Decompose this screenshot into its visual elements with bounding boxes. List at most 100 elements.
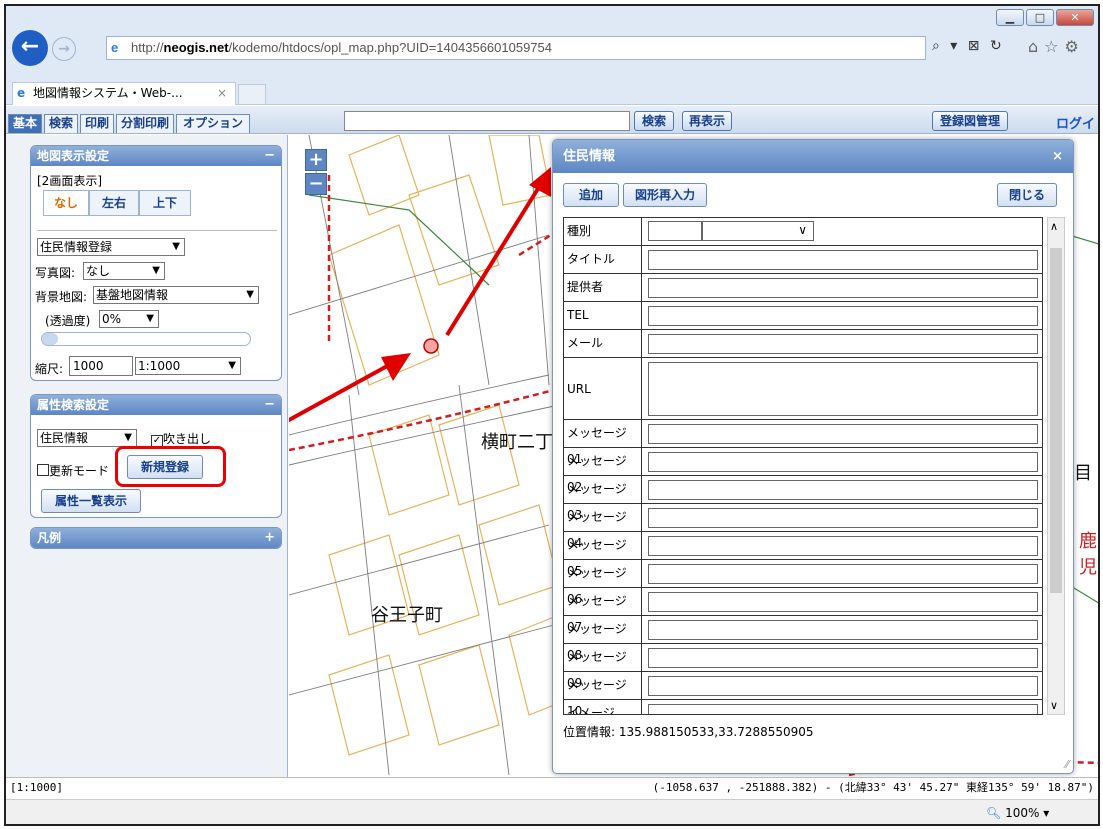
zoom-out-button[interactable]: − <box>305 173 327 195</box>
tab-search[interactable]: 検索 <box>44 114 78 133</box>
form-label: 種別 <box>564 218 642 245</box>
scale-label: 縮尺: <box>35 362 64 376</box>
position-info: 位置情報: 135.988150533,33.7288550905 <box>563 725 814 739</box>
attr-type-select[interactable]: 住民情報 ▼ <box>37 429 137 447</box>
form-input[interactable] <box>648 704 1038 714</box>
collapse-icon[interactable]: − <box>264 395 275 415</box>
balloon-label: 吹き出し <box>163 432 212 446</box>
form-input[interactable] <box>648 620 1038 640</box>
base-map-label: 背景地図: <box>35 290 88 304</box>
map-statusbar: [1:1000] (-1058.637 , -251888.382) - (北緯… <box>6 777 1098 799</box>
checkbox-icon[interactable] <box>37 464 49 476</box>
tab-close-icon[interactable]: × <box>217 83 227 104</box>
zoom-in-button[interactable]: + <box>305 149 327 171</box>
resize-grip-icon[interactable]: ⁄⁄ <box>1065 758 1069 771</box>
form-row: メッセージ04 <box>564 504 1042 550</box>
register-map-button[interactable]: 登録図管理 <box>932 111 1008 131</box>
ie-page-icon: e <box>111 40 119 55</box>
form-scrollbar[interactable]: ∧ ∨ <box>1047 217 1065 715</box>
scroll-thumb[interactable] <box>1050 248 1062 593</box>
expand-icon[interactable]: + <box>264 528 275 548</box>
chevron-down-icon: ∨ <box>798 223 807 237</box>
tab-print[interactable]: 印刷 <box>80 114 114 133</box>
form-input[interactable] <box>648 564 1038 584</box>
tab-options[interactable]: オプション <box>176 114 250 133</box>
form-label: メッセージ03 <box>564 476 642 522</box>
form-input[interactable] <box>648 452 1038 472</box>
type-code-input[interactable] <box>648 221 702 241</box>
layer-select[interactable]: 住民情報登録 ▼ <box>37 238 185 256</box>
balloon-checkbox[interactable]: ✓ 吹き出し <box>151 430 211 447</box>
form-input[interactable] <box>648 648 1038 668</box>
forward-icon[interactable]: → <box>52 37 76 61</box>
form-input[interactable] <box>648 592 1038 612</box>
form-input[interactable] <box>648 278 1038 298</box>
highlight-box <box>115 446 226 487</box>
map-label-yokomachi: 横町二丁 <box>481 432 553 453</box>
address-input[interactable]: e http://neogis.net/kodemo/htdocs/opl_map… <box>106 36 926 60</box>
search-input[interactable] <box>344 111 630 131</box>
form-textarea[interactable] <box>648 362 1038 416</box>
zoom-icon: 🔍︎ <box>986 806 1002 820</box>
back-icon[interactable]: ← <box>12 30 48 66</box>
form-input[interactable] <box>648 306 1038 326</box>
form-row: メッセージ02 <box>564 448 1042 494</box>
dual-view-lr[interactable]: 左右 <box>89 190 139 216</box>
scale-select[interactable]: 1:1000 ▼ <box>135 357 241 375</box>
new-tab-button[interactable] <box>238 84 266 105</box>
form-input[interactable] <box>648 424 1038 444</box>
form-label: 提供者 <box>564 274 642 301</box>
dialog-header[interactable]: 住民情報 × <box>553 140 1073 173</box>
form-row: イメージ <box>564 700 1042 714</box>
attr-search-header[interactable]: 属性検索設定 − <box>31 395 281 415</box>
scroll-up-icon[interactable]: ∧ <box>1050 220 1058 233</box>
map-label-kagoshima: 鹿児 <box>1079 531 1097 578</box>
maximize-button[interactable]: □ <box>1026 9 1054 26</box>
coordinate-readout: (-1058.637 , -251888.382) - (北緯33° 43' 4… <box>652 781 1094 794</box>
home-favorites-settings-icons[interactable]: ⌂☆⚙ <box>1028 37 1085 56</box>
form-input[interactable] <box>648 334 1038 354</box>
minimize-button[interactable]: ▁ <box>996 9 1024 26</box>
form-input[interactable] <box>648 536 1038 556</box>
refresh-button[interactable]: 再表示 <box>682 111 732 131</box>
dual-view-none[interactable]: なし <box>43 190 89 216</box>
scale-input[interactable]: 1000 <box>69 356 133 376</box>
form-label: メッセージ08 <box>564 616 642 662</box>
opacity-slider[interactable] <box>41 332 251 346</box>
divider <box>37 230 277 231</box>
url-host: neogis.net <box>163 40 229 55</box>
tab-split-print[interactable]: 分割印刷 <box>116 114 174 133</box>
map-settings-header[interactable]: 地図表示設定 − <box>31 146 281 166</box>
base-map-select[interactable]: 基盤地図情報 ▼ <box>93 286 259 304</box>
attr-list-button[interactable]: 属性一覧表示 <box>41 489 141 513</box>
add-button[interactable]: 追加 <box>563 183 619 207</box>
address-actions-icon[interactable]: ⌕ ▾ ⊠ ↻ <box>932 38 1005 54</box>
opacity-select[interactable]: 0% ▼ <box>99 310 159 328</box>
close-dialog-button[interactable]: 閉じる <box>997 183 1057 207</box>
map-label-chome: 目 <box>1074 463 1092 484</box>
chevron-down-icon: ▼ <box>172 241 180 252</box>
form-input[interactable] <box>648 250 1038 270</box>
type-select[interactable]: ∨ <box>702 221 814 241</box>
opacity-slider-handle[interactable] <box>42 333 58 345</box>
chevron-down-icon: ▼ <box>124 432 132 443</box>
form-row: メッセージ03 <box>564 476 1042 522</box>
dual-view-tb[interactable]: 上下 <box>139 190 191 216</box>
collapse-icon[interactable]: − <box>264 146 275 166</box>
close-window-button[interactable]: ✕ <box>1056 9 1094 26</box>
zoom-level-control[interactable]: 🔍︎ 100% ▾ <box>986 806 1049 820</box>
update-mode-checkbox[interactable]: 更新モード <box>37 462 109 479</box>
map-settings-panel: 地図表示設定 − [2画面表示] なし 左右 上下 住民情報登録 ▼ 写真図: な… <box>30 145 282 381</box>
form-input[interactable] <box>648 508 1038 528</box>
search-button[interactable]: 検索 <box>634 111 674 131</box>
close-icon[interactable]: × <box>1052 140 1063 173</box>
form-label: メッセージ06 <box>564 560 642 606</box>
tab-basic[interactable]: 基本 <box>8 114 42 133</box>
scroll-down-icon[interactable]: ∨ <box>1050 699 1058 712</box>
legend-header[interactable]: 凡例 + <box>31 528 281 548</box>
form-input[interactable] <box>648 676 1038 696</box>
photo-select[interactable]: なし ▼ <box>83 262 165 280</box>
form-input[interactable] <box>648 480 1038 500</box>
redraw-shape-button[interactable]: 図形再入力 <box>623 183 707 207</box>
browser-tab[interactable]: e 地図情報システム・Web-... × <box>12 82 236 105</box>
